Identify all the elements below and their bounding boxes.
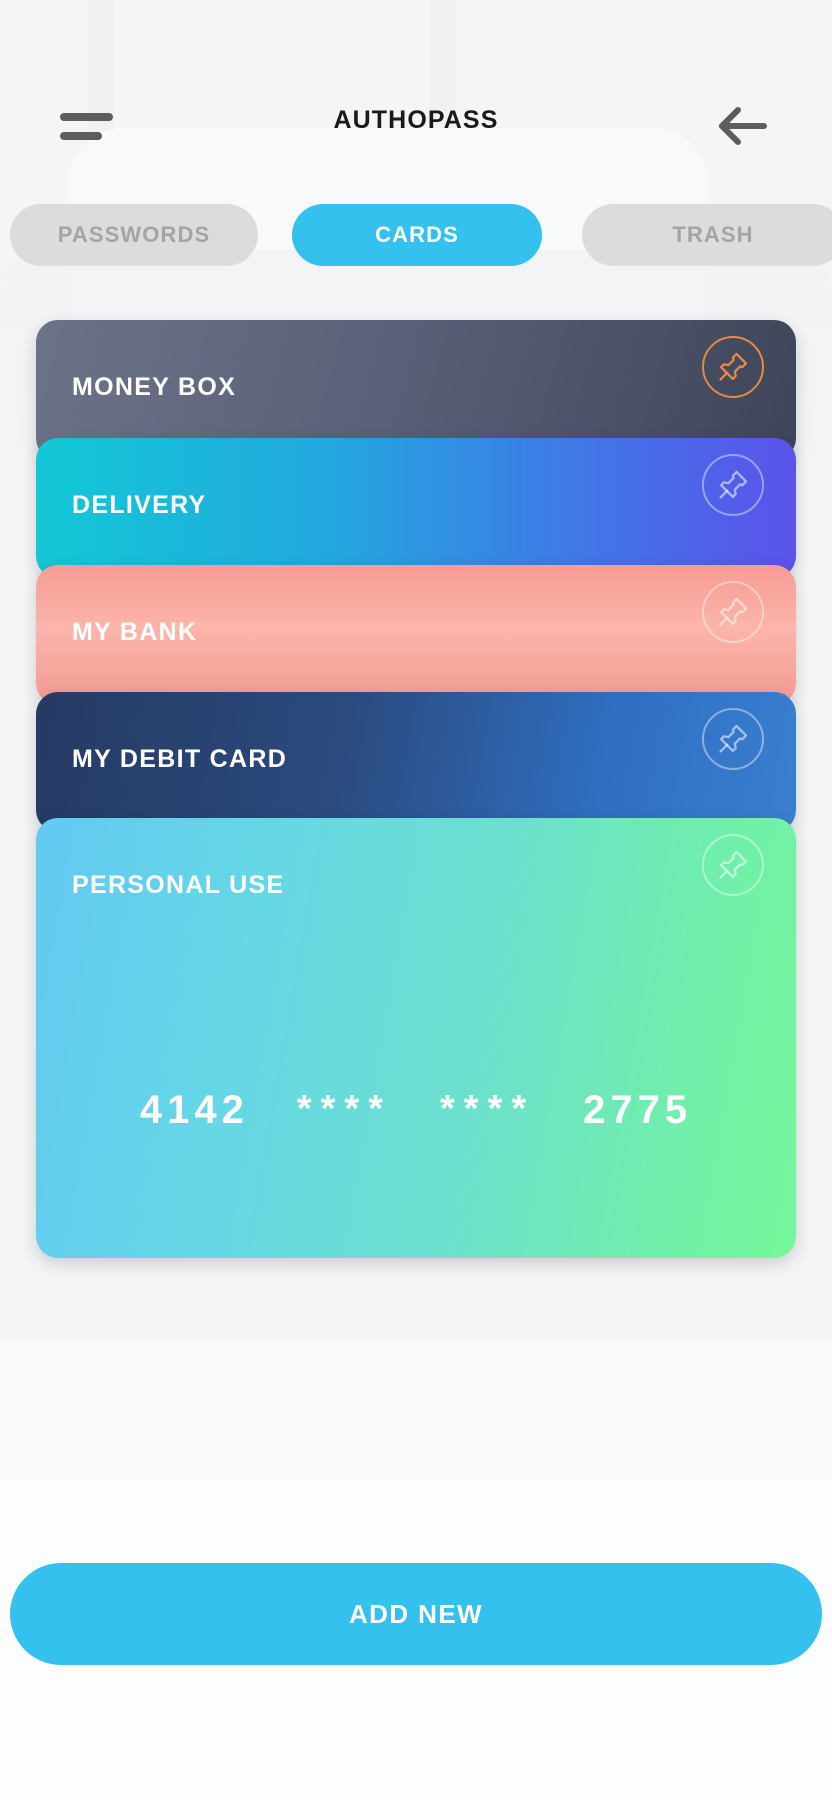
tab-cards-label: CARDS: [375, 222, 459, 247]
card-item[interactable]: MY DEBIT CARD: [36, 692, 796, 832]
background-sheet: [0, 1340, 832, 1480]
tab-bar: PASSWORDS CARDS TRASH: [0, 204, 832, 266]
add-new-button-label: ADD NEW: [348, 1598, 483, 1629]
card-number-group-2: ****: [296, 1088, 392, 1130]
card-title: PERSONAL USE: [72, 871, 285, 899]
card-title: MY BANK: [72, 618, 198, 646]
card-title: MONEY BOX: [72, 373, 237, 401]
app-header: AUTHOPASS: [0, 90, 832, 162]
card-item[interactable]: MY BANK: [36, 565, 796, 705]
page-title: AUTHOPASS: [333, 106, 499, 134]
pushpin-icon[interactable]: [702, 454, 764, 516]
tab-passwords[interactable]: PASSWORDS: [10, 204, 258, 266]
card-number-group-1: 4142: [139, 1088, 249, 1132]
tab-trash[interactable]: TRASH: [582, 204, 832, 266]
tab-passwords-label: PASSWORDS: [57, 222, 211, 247]
tab-trash-label: TRASH: [672, 222, 754, 247]
tab-cards[interactable]: CARDS: [292, 204, 542, 266]
pushpin-icon[interactable]: [702, 834, 764, 896]
pushpin-icon[interactable]: [702, 708, 764, 770]
card-item[interactable]: DELIVERY: [36, 438, 796, 578]
card-title: DELIVERY: [72, 491, 207, 519]
card-title: MY DEBIT CARD: [72, 745, 288, 773]
add-new-button[interactable]: ADD NEW: [10, 1563, 822, 1665]
card-number: 4142 **** **** 2775: [36, 1088, 796, 1133]
card-number-group-3: ****: [440, 1088, 536, 1130]
pushpin-icon[interactable]: [702, 581, 764, 643]
pushpin-icon[interactable]: [702, 336, 764, 398]
card-item-expanded[interactable]: PERSONAL USE 4142 **** **** 2775: [36, 818, 796, 1258]
arrow-left-icon[interactable]: [712, 98, 774, 154]
card-number-group-4: 2775: [583, 1088, 693, 1132]
